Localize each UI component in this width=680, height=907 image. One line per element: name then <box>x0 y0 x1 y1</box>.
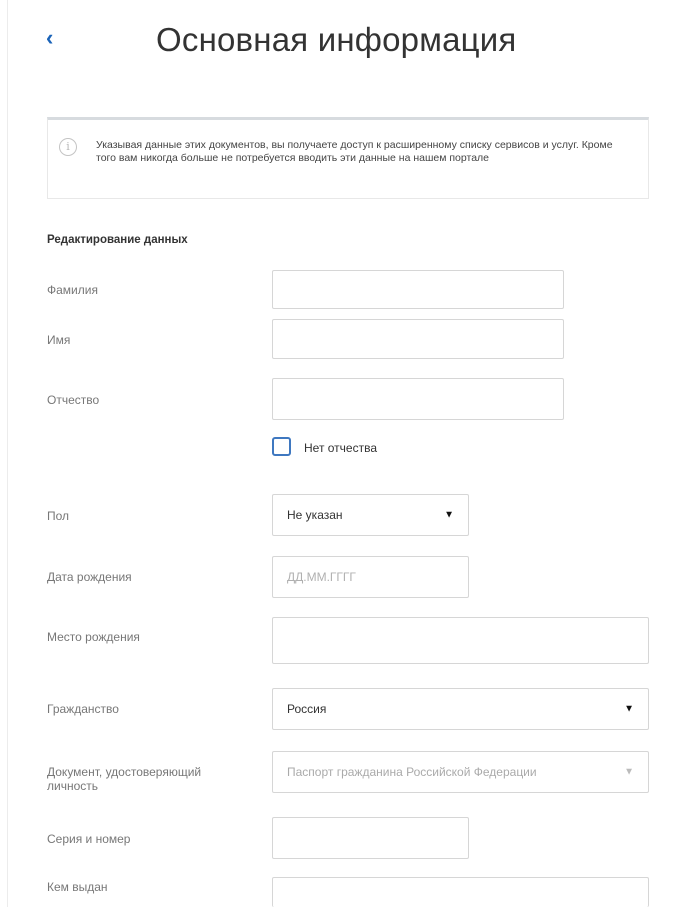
section-title: Редактирование данных <box>47 234 188 246</box>
patronymic-input[interactable] <box>272 378 564 420</box>
series-number-input[interactable] <box>272 817 469 859</box>
no-patronymic-checkbox[interactable] <box>272 437 291 456</box>
series-number-label: Серия и номер <box>47 832 131 846</box>
birthplace-label: Место рождения <box>47 630 140 644</box>
chevron-down-icon: ▼ <box>444 509 454 521</box>
info-notice: i Указывая данные этих документов, вы по… <box>47 117 649 199</box>
left-divider <box>7 0 8 907</box>
back-chevron-icon[interactable]: ‹ <box>46 26 53 50</box>
birthdate-label: Дата рождения <box>47 570 132 584</box>
patronymic-label: Отчество <box>47 393 100 407</box>
citizenship-label: Гражданство <box>47 702 119 716</box>
name-label: Имя <box>47 333 71 347</box>
page-title: Основная информация <box>156 21 517 58</box>
chevron-down-icon: ▼ <box>624 766 634 778</box>
chevron-down-icon: ▼ <box>624 703 634 715</box>
id-document-select[interactable]: Паспорт гражданина Российской Федерации … <box>272 751 649 793</box>
gender-value: Не указан <box>287 508 343 522</box>
no-patronymic-label[interactable]: Нет отчества <box>304 441 377 455</box>
birthdate-input[interactable]: ДД.ММ.ГГГГ <box>272 556 469 598</box>
name-input[interactable] <box>272 319 564 359</box>
citizenship-value: Россия <box>287 702 327 716</box>
birthplace-input[interactable] <box>272 617 649 664</box>
birthdate-placeholder: ДД.ММ.ГГГГ <box>287 570 356 584</box>
info-circle-icon: i <box>59 138 77 156</box>
surname-input[interactable] <box>272 270 564 309</box>
surname-label: Фамилия <box>47 283 98 297</box>
issued-by-input[interactable] <box>272 877 649 907</box>
info-notice-text: Указывая данные этих документов, вы полу… <box>96 139 613 164</box>
gender-select[interactable]: Не указан ▼ <box>272 494 469 536</box>
citizenship-select[interactable]: Россия ▼ <box>272 688 649 730</box>
id-document-label: Документ, удостоверяющий личность <box>47 765 202 793</box>
gender-label: Пол <box>47 509 70 523</box>
id-document-value: Паспорт гражданина Российской Федерации <box>287 765 537 779</box>
issued-by-label: Кем выдан <box>47 880 108 894</box>
